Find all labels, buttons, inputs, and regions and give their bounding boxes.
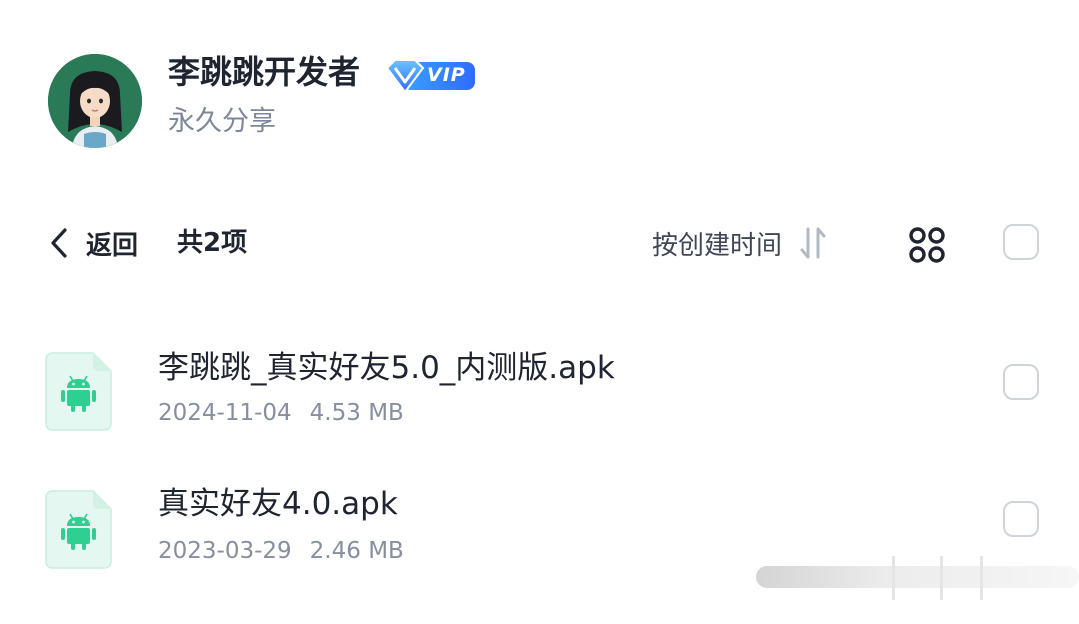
file-size: 4.53 MB [309,400,404,426]
item-count: 共2项 [177,228,248,258]
file-name: 真实好友4.0.apk [158,486,398,522]
select-all-checkbox[interactable] [1003,224,1039,260]
sort-button[interactable]: 按创建时间 [652,222,828,264]
file-meta: 2024-11-04 4.53 MB [158,398,404,428]
file-row[interactable]: 李跳跳_真实好友5.0_内测版.apk 2024-11-04 4.53 MB [0,340,1079,450]
back-button[interactable]: 返回 [48,222,138,264]
android-apk-icon [45,490,112,569]
back-label: 返回 [86,230,139,261]
avatar[interactable] [48,54,142,148]
scroll-tick [980,556,983,600]
vip-label: VIP [427,64,466,86]
grid-view-button[interactable] [908,226,946,264]
share-type-label: 永久分享 [168,106,276,137]
sort-label: 按创建时间 [652,230,783,261]
scroll-indicator [756,566,1079,588]
scroll-tick [940,556,943,600]
android-apk-icon [45,352,112,431]
chevron-left-icon [51,228,67,258]
sort-arrows-icon [800,227,826,259]
vip-badge: VIP [385,58,477,94]
file-checkbox[interactable] [1003,364,1039,400]
file-date: 2024-11-04 [158,400,292,426]
owner-name: 李跳跳开发者 [168,53,361,91]
file-name: 李跳跳_真实好友5.0_内测版.apk [158,350,615,386]
grid-view-icon [909,227,945,263]
file-checkbox[interactable] [1003,501,1039,537]
file-meta: 2023-03-29 2.46 MB [158,536,404,566]
file-size: 2.46 MB [309,538,404,564]
scroll-tick [892,556,895,600]
file-date: 2023-03-29 [158,538,292,564]
